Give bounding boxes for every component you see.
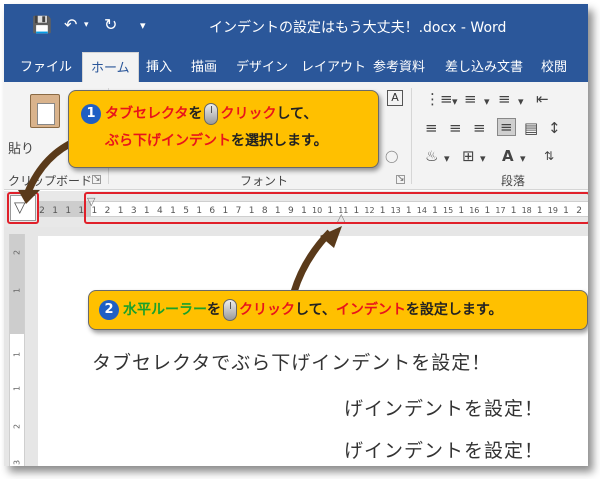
highlight-horizontal-ruler-text: 水平ルーラー xyxy=(123,302,207,318)
arrow-head xyxy=(18,190,40,204)
step-number-badge: 1 xyxy=(81,104,101,124)
callout-text: を xyxy=(188,106,203,122)
callout-text: を選択します。 xyxy=(231,133,328,149)
callout-text: して、 xyxy=(276,106,318,122)
highlight-hanging-indent-text: ぶら下げインデント xyxy=(105,133,231,149)
mouse-icon xyxy=(223,299,237,321)
highlight-click-text: クリック xyxy=(239,302,295,318)
step-number-badge: 2 xyxy=(99,300,119,320)
callout-step-2: 2 水平ルーラーを クリックして、インデントを設定します。 xyxy=(88,290,588,330)
arrow-to-ruler xyxy=(290,229,333,294)
mouse-icon xyxy=(204,103,219,125)
callout-1-line-2: ぶら下げインデントを選択します。 xyxy=(81,128,378,155)
callout-text: して、 xyxy=(295,302,336,318)
callout-1-line-1: 1 タブセレクタを クリックして、 xyxy=(81,101,378,128)
highlight-tab-selector-text: タブセレクタ xyxy=(105,106,189,122)
callout-arrows xyxy=(18,136,342,294)
word-window: 💾 ↶ ▾ ↻ ▾ インデントの設定はもう大丈夫！.docx - Word ファ… xyxy=(4,4,588,466)
callout-text: を設定します。 xyxy=(405,302,503,318)
highlight-click-text: クリック xyxy=(220,106,277,122)
highlight-indent-text: インデント xyxy=(335,302,406,318)
callout-text: を xyxy=(207,302,221,318)
callout-step-1: 1 タブセレクタを クリックして、 ぶら下げインデントを選択します。 xyxy=(68,90,379,168)
